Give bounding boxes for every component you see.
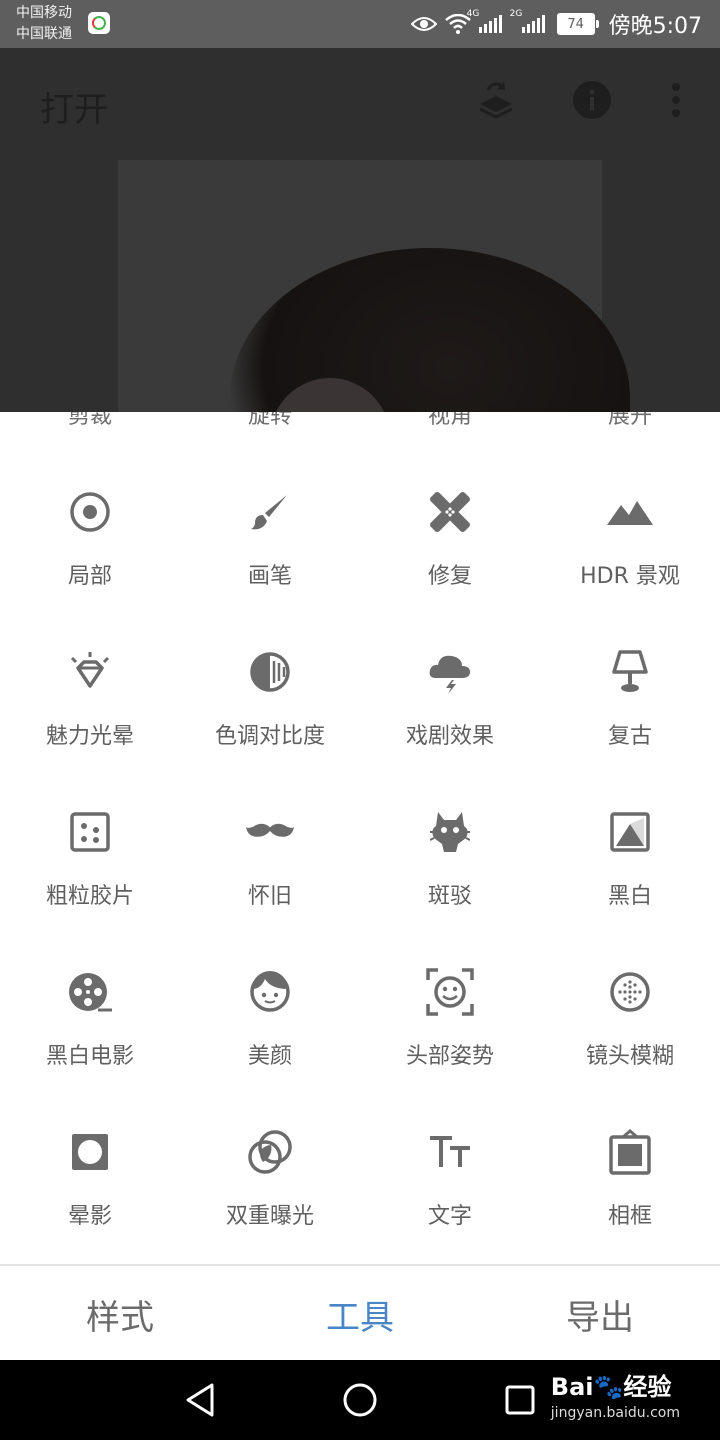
tool-label: 文字 [427,1204,472,1229]
signal-2g-label: 2G [509,9,523,19]
photo-preview: 打开 [0,48,720,412]
eye-icon [410,17,437,31]
tonal-contrast-icon [246,648,294,696]
lens-blur-icon [606,968,654,1016]
carrier-1: 中国移动 [16,5,72,21]
tools-sheet: 剪裁 旋转 视角 展开 局部 画笔 修复 HDR 景观 魅力光晕 色调对比度 戏… [0,412,720,1264]
tool-label: 局部 [67,564,112,589]
status-bar: 中国移动 中国联通 4G 2G 74 傍晚5:07 [0,0,720,48]
tool-label: 美颜 [247,1044,292,1069]
layers-swap-icon[interactable] [474,78,518,122]
tool-label: 怀旧 [247,884,292,909]
tab-tools[interactable]: 工具 [240,1266,480,1362]
tool-text[interactable]: 文字 [360,1114,540,1264]
tool-grunge[interactable]: 斑驳 [360,794,540,954]
tool-label: 戏剧效果 [405,724,494,749]
grunge-icon [426,808,474,856]
signal-4g-label: 4G [466,9,480,19]
tool-drama[interactable]: 戏剧效果 [360,634,540,794]
vignette-icon [66,1128,114,1176]
drama-icon [426,648,474,696]
text-icon [426,1128,474,1176]
perspective-label[interactable]: 视角 [360,412,540,430]
bottom-tab-bar: 样式 工具 导出 [0,1264,720,1362]
expand-label[interactable]: 展开 [540,412,720,430]
tool-glamour-glow[interactable]: 魅力光晕 [0,634,180,794]
tool-label: 修复 [427,564,472,589]
tool-noir[interactable]: 黑白电影 [0,954,180,1114]
frames-icon [606,1128,654,1176]
tool-label: 色调对比度 [214,724,325,749]
more-vert-icon[interactable] [654,78,698,122]
tool-label: 双重曝光 [225,1204,314,1229]
tool-selective[interactable]: 局部 [0,474,180,634]
grainy-film-icon [66,808,114,856]
tool-label: 相框 [607,1204,652,1229]
tool-label: 魅力光晕 [45,724,134,749]
rotate-label[interactable]: 旋转 [180,412,360,430]
tool-label: HDR 景观 [580,564,680,589]
tool-tonal-contrast[interactable]: 色调对比度 [180,634,360,794]
system-nav-bar: Bai🐾经验 jingyan.baidu.com [0,1360,720,1440]
signal-4g-icon: 4G [467,9,502,33]
recents-icon[interactable] [500,1380,540,1420]
tab-export[interactable]: 导出 [480,1266,720,1362]
brush-icon [246,488,294,536]
healing-icon [426,488,474,536]
tool-label: 画笔 [247,564,292,589]
tool-double-exposure[interactable]: 双重曝光 [180,1114,360,1264]
watermark-url: jingyan.baidu.com [550,1405,680,1421]
tool-label: 镜头模糊 [585,1044,674,1069]
clock: 傍晚5:07 [608,14,702,39]
tab-styles[interactable]: 样式 [0,1266,240,1362]
tool-face[interactable]: 美颜 [180,954,360,1114]
face-icon [246,968,294,1016]
battery-icon: 74 [556,13,599,35]
head-pose-icon [426,968,474,1016]
retrolux-mustache-icon [246,808,294,856]
tool-frames[interactable]: 相框 [540,1114,720,1264]
tools-grid: 局部 画笔 修复 HDR 景观 魅力光晕 色调对比度 戏剧效果 复古 粗粒胶片 … [0,474,720,1264]
tool-grainy-film[interactable]: 粗粒胶片 [0,794,180,954]
carrier-2: 中国联通 [16,26,72,42]
home-icon[interactable] [340,1380,380,1420]
baidu-jingyan-watermark: Bai🐾经验 jingyan.baidu.com [551,1374,680,1426]
info-icon[interactable] [570,78,614,122]
selective-icon [66,488,114,536]
status-icons: 4G 2G 74 傍晚5:07 [410,0,702,48]
tool-label: 头部姿势 [405,1044,494,1069]
watermark-brand: Bai🐾经验 [550,1373,672,1401]
tool-label: 晕影 [67,1204,112,1229]
tool-hdr[interactable]: HDR 景观 [540,474,720,634]
carrier-info: 中国移动 中国联通 [16,3,72,45]
tool-label: 斑驳 [427,884,472,909]
tool-label: 复古 [607,724,652,749]
tool-label: 粗粒胶片 [45,884,134,909]
glamour-glow-icon [66,648,114,696]
tool-label: 黑白 [607,884,652,909]
double-exposure-icon [246,1128,294,1176]
partial-tool-row: 剪裁 旋转 视角 展开 [0,412,720,430]
tool-black-white[interactable]: 黑白 [540,794,720,954]
tool-lens-blur[interactable]: 镜头模糊 [540,954,720,1114]
crop-label[interactable]: 剪裁 [0,412,180,430]
signal-2g-icon: 2G [510,9,545,33]
tool-head-pose[interactable]: 头部姿势 [360,954,540,1114]
open-button[interactable]: 打开 [40,82,108,131]
back-icon[interactable] [180,1380,220,1420]
noir-film-reel-icon [66,968,114,1016]
hdr-landscape-icon [606,488,654,536]
tool-retrolux[interactable]: 怀旧 [180,794,360,954]
vintage-lamp-icon [606,648,654,696]
black-white-icon [606,808,654,856]
tool-label: 黑白电影 [45,1044,134,1069]
notification-app-icon [88,12,110,34]
tool-healing[interactable]: 修复 [360,474,540,634]
tool-vignette[interactable]: 晕影 [0,1114,180,1264]
tool-vintage[interactable]: 复古 [540,634,720,794]
tool-brush[interactable]: 画笔 [180,474,360,634]
